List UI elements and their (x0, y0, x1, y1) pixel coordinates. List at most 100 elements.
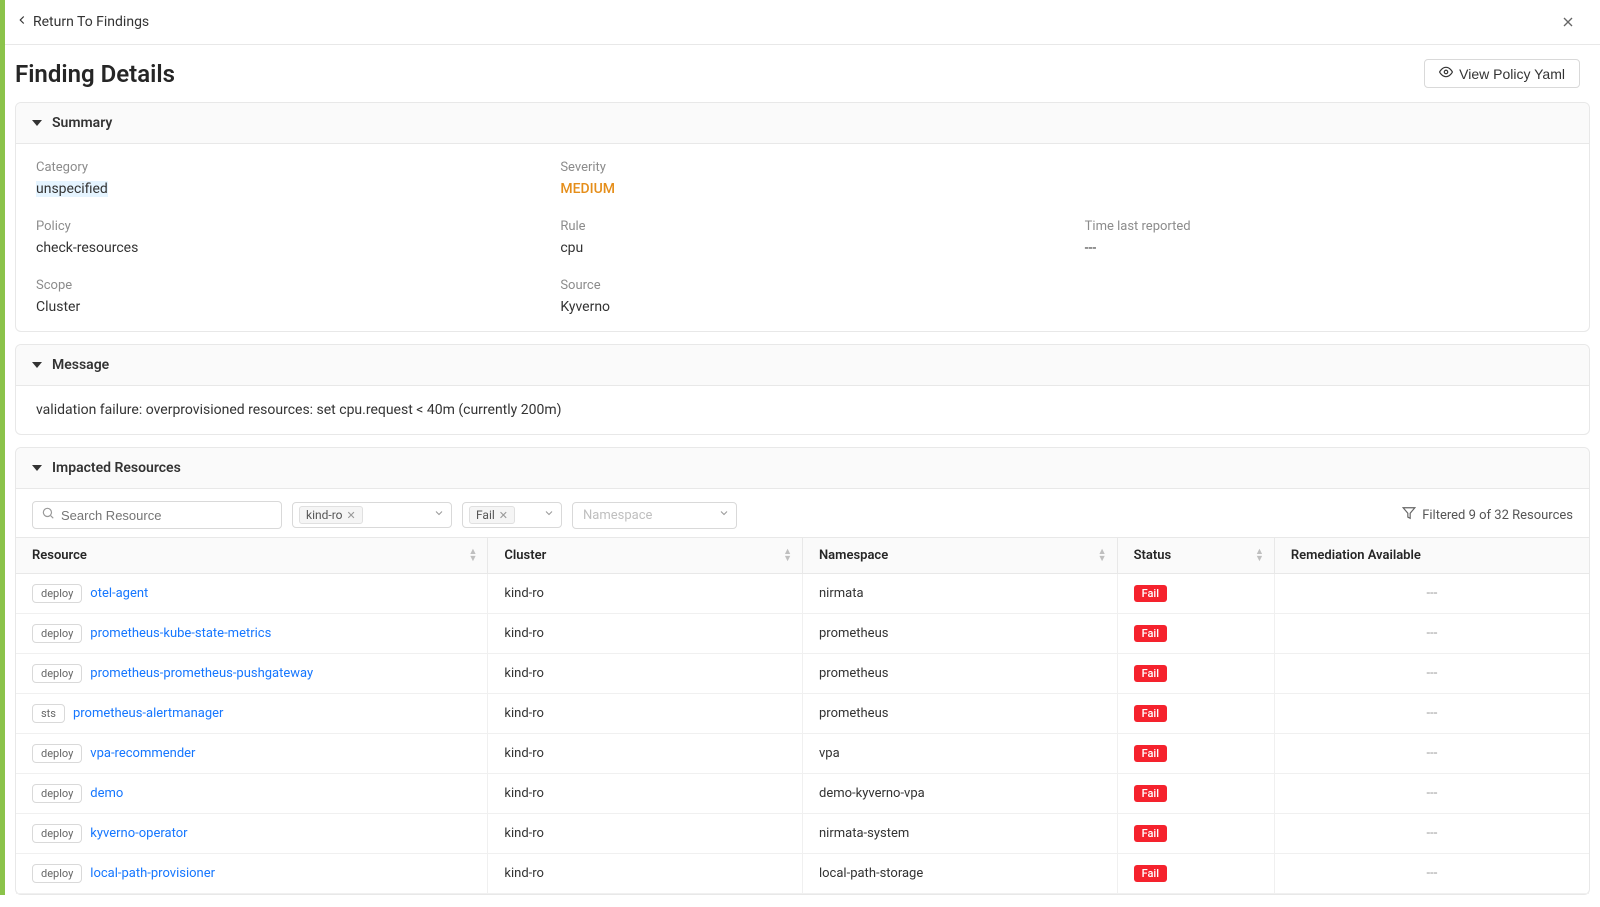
col-resource[interactable]: Resource ▲▼ (16, 538, 488, 574)
field-scope: Scope Cluster (36, 278, 520, 315)
severity-label: Severity (560, 160, 1044, 175)
namespace-cell: demo-kyverno-vpa (802, 774, 1117, 814)
status-tag-label: Fail (476, 508, 495, 522)
search-resource-wrap[interactable] (32, 501, 282, 529)
table-row: stsprometheus-alertmanagerkind-roprometh… (16, 694, 1589, 734)
policy-value: check-resources (36, 240, 520, 256)
summary-header[interactable]: Summary (16, 103, 1589, 144)
top-bar: Return To Findings (5, 0, 1600, 45)
caret-down-icon (32, 360, 42, 370)
eye-icon (1439, 65, 1453, 82)
message-text: validation failure: overprovisioned reso… (36, 402, 1569, 418)
category-label: Category (36, 160, 520, 175)
status-badge: Fail (1134, 625, 1167, 642)
cluster-tag-remove[interactable]: ✕ (347, 509, 356, 522)
search-resource-input[interactable] (61, 508, 273, 523)
cluster-cell: kind-ro (488, 774, 803, 814)
status-filter-select[interactable]: Fail ✕ (462, 502, 562, 528)
table-row: deployotel-agentkind-ronirmataFail--- (16, 574, 1589, 614)
chevron-left-icon (15, 13, 29, 31)
time-value: --- (1085, 240, 1569, 256)
cluster-cell: kind-ro (488, 814, 803, 854)
resource-link[interactable]: prometheus-prometheus-pushgateway (90, 666, 313, 681)
cluster-filter-select[interactable]: kind-ro ✕ (292, 502, 452, 528)
chevron-down-icon (718, 507, 730, 523)
title-row: Finding Details View Policy Yaml (5, 45, 1600, 102)
source-value: Kyverno (560, 299, 1044, 315)
summary-panel: Summary Category unspecified Severity ME… (15, 102, 1590, 332)
caret-down-icon (32, 463, 42, 473)
remediation-cell: --- (1274, 574, 1589, 614)
cluster-cell: kind-ro (488, 614, 803, 654)
namespace-cell: local-path-storage (802, 854, 1117, 894)
col-status[interactable]: Status ▲▼ (1117, 538, 1274, 574)
status-badge: Fail (1134, 585, 1167, 602)
message-title: Message (52, 357, 109, 373)
col-cluster[interactable]: Cluster ▲▼ (488, 538, 803, 574)
filter-icon (1402, 506, 1416, 524)
kind-badge: deploy (32, 664, 82, 683)
close-button[interactable] (1556, 10, 1580, 34)
rule-value: cpu (560, 240, 1044, 256)
scope-value: Cluster (36, 299, 520, 315)
namespace-placeholder: Namespace (579, 506, 656, 525)
namespace-cell: nirmata-system (802, 814, 1117, 854)
kind-badge: sts (32, 704, 65, 723)
resources-toolbar: kind-ro ✕ Fail ✕ Namespace (16, 489, 1589, 537)
remediation-cell: --- (1274, 734, 1589, 774)
status-badge: Fail (1134, 785, 1167, 802)
resource-link[interactable]: kyverno-operator (90, 826, 187, 841)
source-label: Source (560, 278, 1044, 293)
kind-badge: deploy (32, 784, 82, 803)
message-panel: Message validation failure: overprovisio… (15, 344, 1590, 435)
kind-badge: deploy (32, 864, 82, 883)
resource-link[interactable]: vpa-recommender (90, 746, 195, 761)
severity-value: MEDIUM (560, 181, 1044, 197)
caret-down-icon (32, 118, 42, 128)
resource-link[interactable]: local-path-provisioner (90, 866, 215, 881)
sort-icon: ▲▼ (1255, 549, 1264, 563)
remediation-cell: --- (1274, 854, 1589, 894)
sort-icon: ▲▼ (468, 549, 477, 563)
namespace-cell: prometheus (802, 694, 1117, 734)
sort-icon: ▲▼ (783, 549, 792, 563)
time-label: Time last reported (1085, 219, 1569, 234)
table-row: deploy prometheus-kube-state-metrics kind-… (16, 614, 1589, 654)
status-badge: Fail (1134, 705, 1167, 722)
kind-badge: deploy (32, 744, 82, 763)
resources-table: Resource ▲▼ Cluster ▲▼ Namespace ▲▼ Stat… (16, 537, 1589, 894)
resource-link[interactable]: otel-agent (90, 586, 148, 601)
impacted-header[interactable]: Impacted Resources (16, 448, 1589, 489)
view-policy-yaml-button[interactable]: View Policy Yaml (1424, 59, 1580, 88)
col-namespace[interactable]: Namespace ▲▼ (802, 538, 1117, 574)
field-severity: Severity MEDIUM (560, 160, 1044, 197)
col-remediation[interactable]: Remediation Available (1274, 538, 1589, 574)
namespace-cell: prometheus (802, 654, 1117, 694)
namespace-filter-select[interactable]: Namespace (572, 502, 737, 529)
status-tag-remove[interactable]: ✕ (499, 509, 508, 522)
cluster-cell: kind-ro (488, 654, 803, 694)
return-to-findings-link[interactable]: Return To Findings (15, 13, 149, 31)
status-filter-tag[interactable]: Fail ✕ (469, 506, 515, 524)
cluster-cell: kind-ro (488, 734, 803, 774)
chevron-down-icon (543, 507, 555, 523)
remediation-cell: --- (1274, 654, 1589, 694)
status-badge: Fail (1134, 825, 1167, 842)
message-body: validation failure: overprovisioned reso… (16, 386, 1589, 434)
field-rule: Rule cpu (560, 219, 1044, 256)
namespace-cell: nirmata (802, 574, 1117, 614)
kind-badge: deploy (32, 624, 82, 643)
resource-link[interactable]: demo (90, 786, 123, 801)
resource-link[interactable]: prometheus-kube-state-metrics (90, 626, 271, 641)
return-label: Return To Findings (33, 14, 149, 30)
message-header[interactable]: Message (16, 345, 1589, 386)
summary-title: Summary (52, 115, 112, 131)
resource-link[interactable]: prometheus-alertmanager (73, 706, 223, 721)
cluster-filter-tag[interactable]: kind-ro ✕ (299, 506, 363, 524)
filter-summary: Filtered 9 of 32 Resources (1402, 506, 1573, 524)
chevron-down-icon (433, 507, 445, 523)
field-policy: Policy check-resources (36, 219, 520, 256)
scope-label: Scope (36, 278, 520, 293)
kind-badge: deploy (32, 584, 82, 603)
cluster-cell: kind-ro (488, 854, 803, 894)
